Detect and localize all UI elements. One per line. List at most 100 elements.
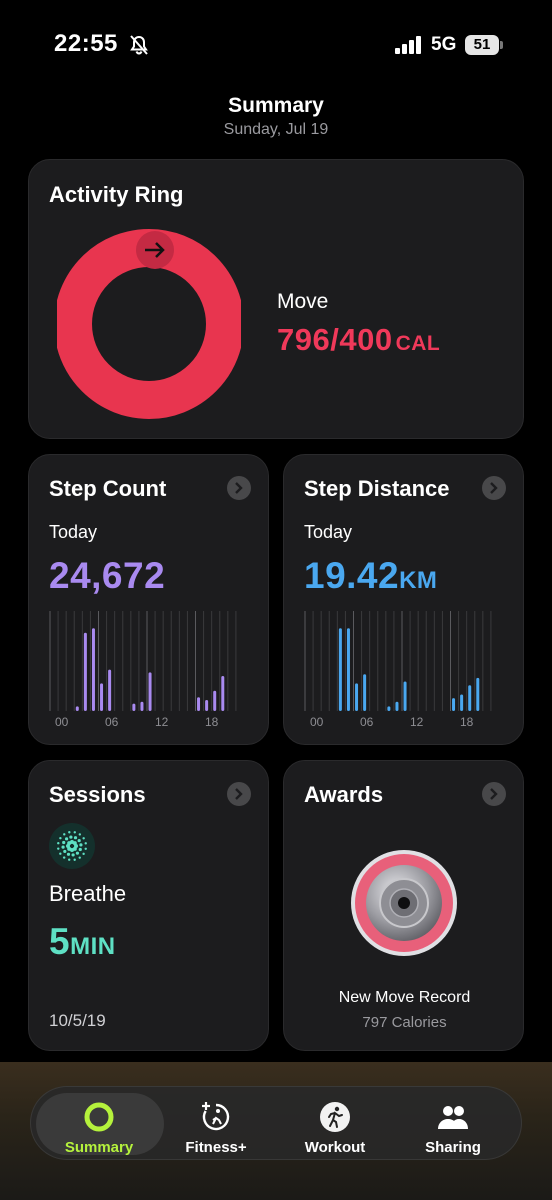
move-unit: CAL: [395, 332, 441, 355]
battery-icon: 51: [465, 35, 503, 55]
step-count-chart: [49, 611, 237, 711]
hourly-bar: [221, 676, 225, 711]
breathe-dot: [73, 858, 76, 861]
breathe-dot: [84, 847, 87, 850]
hourly-bar: [355, 683, 359, 711]
step-period: Today: [49, 522, 98, 542]
hourly-bar: [403, 681, 407, 711]
cellular-signal-icon: [395, 36, 421, 54]
distance-period: Today: [304, 522, 353, 542]
silent-bell-icon: [130, 35, 148, 55]
tab-fitness-plus[interactable]: Fitness+: [156, 1101, 276, 1157]
breathe-dot: [66, 852, 71, 856]
step-distance-card[interactable]: Step Distance Today 19.42KM 00 06 12 18: [283, 454, 524, 745]
step-count-card[interactable]: Step Count Today 24,672 00 06 12 18: [28, 454, 269, 745]
sessions-title: Sessions: [49, 782, 146, 807]
tab-workout[interactable]: Workout: [275, 1101, 395, 1157]
x-tick: 06: [360, 715, 374, 729]
network-type: 5G: [431, 34, 457, 55]
hourly-bar: [100, 683, 104, 711]
tab-sharing[interactable]: Sharing: [393, 1101, 513, 1157]
activity-ring-card[interactable]: Activity Ring Move 796/400 CAL: [28, 159, 524, 439]
chevron-right-icon[interactable]: [482, 476, 506, 500]
hourly-bar: [213, 690, 217, 711]
ring-label: Move: [277, 290, 329, 313]
hourly-bar: [452, 698, 456, 711]
sharing-icon: [438, 1106, 468, 1129]
chevron-right-icon[interactable]: [227, 476, 251, 500]
hourly-bar: [108, 669, 112, 711]
award-medal-icon: [351, 850, 457, 956]
x-tick: 18: [205, 715, 219, 729]
chevron-right-icon[interactable]: [227, 782, 251, 806]
breathe-dot: [59, 852, 62, 855]
hourly-bar: [346, 628, 350, 711]
hourly-bar: [387, 706, 391, 711]
breathe-dot: [57, 847, 60, 850]
page-title: Summary: [228, 94, 324, 117]
hourly-bar: [338, 628, 342, 711]
x-tick: 12: [410, 715, 424, 729]
breathe-dot: [84, 842, 87, 845]
breathe-dot: [57, 842, 60, 845]
hourly-bar: [197, 697, 201, 711]
breathe-dot: [78, 847, 82, 852]
session-date: 10/5/19: [49, 1011, 106, 1030]
activity-ring-icon: [84, 1102, 114, 1132]
breathe-icon: [49, 823, 95, 869]
award-name: New Move Record: [338, 989, 471, 1006]
x-tick: 00: [55, 715, 69, 729]
session-value-number: 5: [49, 921, 71, 962]
tab-summary[interactable]: Summary: [39, 1101, 159, 1157]
step-value: 24,672: [49, 555, 166, 596]
breathe-dot: [78, 856, 81, 859]
x-tick: 12: [155, 715, 169, 729]
x-tick: 06: [105, 715, 119, 729]
award-detail: 797 Calories: [362, 1014, 447, 1031]
breathe-dot: [72, 841, 77, 846]
breathe-dot: [79, 843, 83, 847]
awards-card[interactable]: Awards New Move Record 797 Calories: [283, 760, 524, 1051]
breathe-dot: [71, 853, 75, 857]
x-tick: 00: [310, 715, 324, 729]
move-ring: [57, 229, 241, 419]
tab-label: Fitness+: [185, 1139, 247, 1156]
session-name: Breathe: [49, 881, 127, 906]
breathe-dot: [82, 837, 85, 840]
breathe-dot: [68, 858, 71, 861]
breathe-dot: [63, 833, 66, 836]
hourly-bar: [476, 677, 480, 711]
hourly-bar: [205, 699, 209, 711]
battery-level: 51: [473, 36, 491, 53]
hourly-bar: [83, 632, 87, 711]
workout-icon: [320, 1102, 350, 1132]
step-distance-title: Step Distance: [304, 476, 450, 501]
session-unit: MIN: [70, 933, 116, 960]
sessions-card[interactable]: Sessions Breathe 5MIN 10/5/19: [28, 760, 269, 1051]
tab-label: Workout: [304, 1139, 366, 1156]
breathe-dot: [73, 836, 78, 840]
chevron-right-icon[interactable]: [482, 782, 506, 806]
breathe-dot: [63, 849, 67, 854]
distance-value: 19.42KM: [304, 555, 437, 597]
hourly-bar: [75, 706, 79, 711]
breathe-dot: [78, 833, 82, 836]
hourly-bar: [460, 694, 464, 711]
hourly-bar: [395, 701, 399, 711]
breathe-dot: [61, 845, 65, 849]
session-value: 5MIN: [49, 921, 116, 963]
breathe-dot: [62, 840, 66, 845]
move-value: 796/400 CAL: [277, 322, 440, 358]
breathe-dot: [59, 836, 62, 840]
awards-title: Awards: [304, 782, 384, 807]
distance-unit: KM: [399, 567, 438, 594]
x-tick: 18: [460, 715, 474, 729]
breathe-dot: [68, 831, 71, 834]
step-count-title: Step Count: [49, 476, 167, 501]
fitness-plus-icon: [202, 1102, 230, 1131]
tab-label: Summary: [64, 1139, 134, 1156]
breathe-dot: [69, 835, 73, 839]
hourly-bar: [363, 674, 367, 711]
breathe-dot: [73, 831, 76, 834]
status-time: 22:55: [54, 30, 118, 57]
